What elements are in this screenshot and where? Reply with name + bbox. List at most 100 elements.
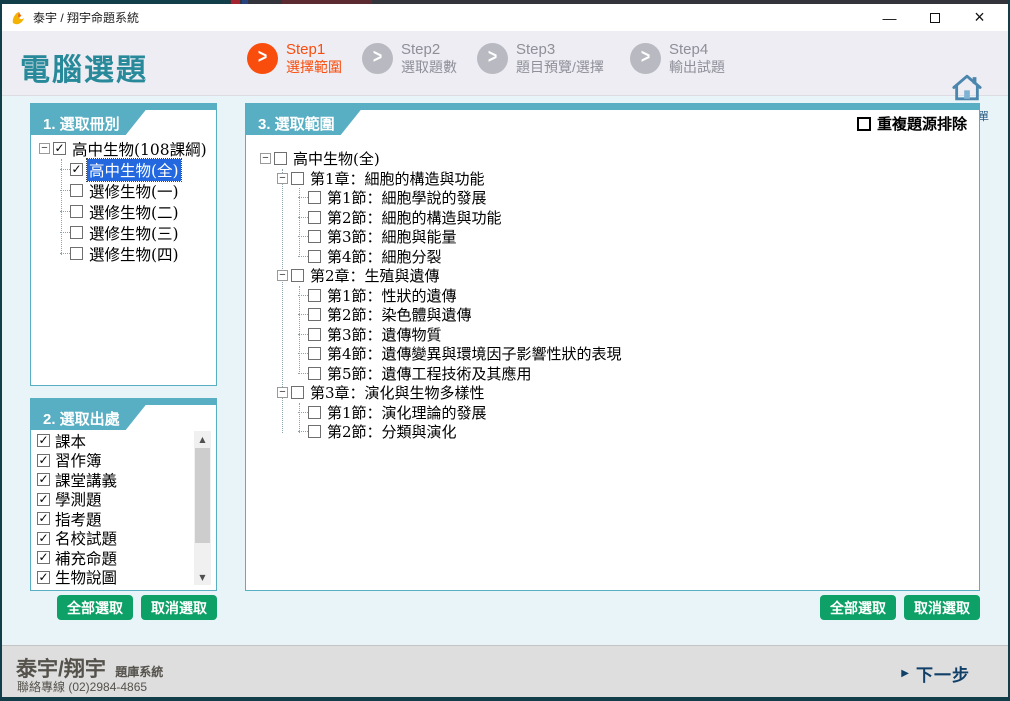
collapse-icon[interactable]: − xyxy=(277,173,288,184)
tree-label[interactable]: 高中生物(108課綱) xyxy=(70,138,209,160)
tree-node[interactable]: 選修生物(一) xyxy=(35,180,214,201)
tree-label[interactable]: 高中生物(全) xyxy=(291,148,382,169)
collapse-icon[interactable]: − xyxy=(277,387,288,398)
checkbox[interactable]: ✓ xyxy=(37,551,50,564)
select-all-button[interactable]: 全部選取 xyxy=(820,595,896,620)
tree-label[interactable]: 選修生物(二) xyxy=(87,201,181,223)
collapse-icon[interactable]: − xyxy=(277,270,288,281)
checkbox[interactable]: ✓ xyxy=(37,434,50,447)
tree-label[interactable]: 第1節：演化理論的發展 xyxy=(325,402,489,423)
tree-label[interactable]: 選修生物(四) xyxy=(87,243,181,265)
tree-node[interactable]: 第3節：細胞與能量 xyxy=(256,227,977,247)
checkbox[interactable] xyxy=(308,347,321,360)
tree-label[interactable]: 第3節：遺傳物質 xyxy=(325,324,444,345)
checkbox[interactable] xyxy=(274,152,287,165)
source-item[interactable]: ✓補充命題 xyxy=(37,548,188,568)
dedup-checkbox[interactable] xyxy=(857,117,871,131)
checkbox[interactable] xyxy=(308,367,321,380)
checkbox[interactable] xyxy=(308,211,321,224)
tree-label[interactable]: 第1節：細胞學說的發展 xyxy=(325,187,489,208)
dedup-option[interactable]: 重複題源排除 xyxy=(857,113,967,134)
checkbox[interactable]: ✓ xyxy=(53,142,66,155)
checkbox[interactable] xyxy=(308,406,321,419)
close-button[interactable]: × xyxy=(957,4,1002,31)
source-item[interactable]: ✓習作簿 xyxy=(37,451,188,471)
select-all-button[interactable]: 全部選取 xyxy=(57,595,133,620)
collapse-icon[interactable]: − xyxy=(260,153,271,164)
deselect-all-button[interactable]: 取消選取 xyxy=(904,595,980,620)
step-2[interactable]: > Step2 選取題數 xyxy=(362,41,463,76)
collapse-icon[interactable]: − xyxy=(39,143,50,154)
tree-label[interactable]: 第3節：細胞與能量 xyxy=(325,226,459,247)
tree-node[interactable]: 第3節：遺傳物質 xyxy=(256,325,977,345)
source-item[interactable]: ✓課堂講義 xyxy=(37,470,188,490)
maximize-button[interactable] xyxy=(912,4,957,31)
tree-node[interactable]: 選修生物(二) xyxy=(35,201,214,222)
step-3[interactable]: > Step3 題目預覽/選擇 xyxy=(477,41,616,76)
tree-node[interactable]: 第5節：遺傳工程技術及其應用 xyxy=(256,364,977,384)
scroll-down-icon[interactable]: ▼ xyxy=(194,569,211,585)
tree-label[interactable]: 選修生物(三) xyxy=(87,222,181,244)
tree-node[interactable]: 第4節：遺傳變異與環境因子影響性狀的表現 xyxy=(256,344,977,364)
checkbox[interactable]: ✓ xyxy=(37,571,50,584)
tree-node[interactable]: − 第2章：生殖與遺傳 xyxy=(256,266,977,286)
tree-label[interactable]: 第2節：分類與演化 xyxy=(325,421,459,442)
tree-label[interactable]: 第2章：生殖與遺傳 xyxy=(308,265,442,286)
tree-node[interactable]: − 高中生物(全) xyxy=(256,149,977,169)
tree-node[interactable]: 第2節：分類與演化 xyxy=(256,422,977,442)
tree-node[interactable]: − 第3章：演化與生物多樣性 xyxy=(256,383,977,403)
checkbox[interactable]: ✓ xyxy=(37,473,50,486)
tree-node[interactable]: 第4節：細胞分裂 xyxy=(256,247,977,267)
tree-node[interactable]: 第1節：細胞學說的發展 xyxy=(256,188,977,208)
checkbox[interactable] xyxy=(308,425,321,438)
tree-label[interactable]: 高中生物(全) xyxy=(87,159,181,181)
checkbox[interactable] xyxy=(291,269,304,282)
tree-node[interactable]: 第2節：細胞的構造與功能 xyxy=(256,208,977,228)
checkbox[interactable] xyxy=(70,226,83,239)
source-item[interactable]: ✓學測題 xyxy=(37,490,188,510)
checkbox[interactable] xyxy=(70,205,83,218)
step-4[interactable]: > Step4 輸出試題 xyxy=(630,41,731,76)
tree-node[interactable]: 第2節：染色體與遺傳 xyxy=(256,305,977,325)
checkbox[interactable] xyxy=(308,230,321,243)
tree-node[interactable]: −第1章：細胞的構造與功能 xyxy=(256,169,977,189)
tree-node[interactable]: 選修生物(三) xyxy=(35,222,214,243)
checkbox[interactable]: ✓ xyxy=(37,512,50,525)
tree-node[interactable]: −✓ 高中生物(108課綱) xyxy=(35,138,214,159)
checkbox[interactable] xyxy=(308,308,321,321)
tree-label[interactable]: 第5節：遺傳工程技術及其應用 xyxy=(325,363,534,384)
checkbox[interactable] xyxy=(291,386,304,399)
checkbox[interactable] xyxy=(308,191,321,204)
next-step-button[interactable]: ▶ 下一步 xyxy=(901,661,970,686)
minimize-button[interactable]: — xyxy=(867,4,912,31)
source-item[interactable]: ✓課本 xyxy=(37,431,188,451)
tree-node[interactable]: ✓ 高中生物(全) xyxy=(35,159,214,180)
checkbox[interactable]: ✓ xyxy=(37,454,50,467)
checkbox[interactable] xyxy=(308,250,321,263)
tree-label[interactable]: 第4節：遺傳變異與環境因子影響性狀的表現 xyxy=(325,343,624,364)
checkbox[interactable] xyxy=(70,184,83,197)
checkbox[interactable] xyxy=(308,328,321,341)
source-item[interactable]: ✓指考題 xyxy=(37,509,188,529)
tree-node[interactable]: 選修生物(四) xyxy=(35,243,214,264)
scrollbar[interactable]: ▲ ▼ xyxy=(194,431,211,585)
tree-label[interactable]: 第1節：性狀的遺傳 xyxy=(325,285,459,306)
step-1[interactable]: > Step1 選擇範圍 xyxy=(247,41,348,76)
checkbox[interactable]: ✓ xyxy=(70,163,83,176)
source-item[interactable]: ✓名校試題 xyxy=(37,529,188,549)
deselect-all-button[interactable]: 取消選取 xyxy=(141,595,217,620)
tree-label[interactable]: 選修生物(一) xyxy=(87,180,181,202)
checkbox[interactable]: ✓ xyxy=(37,532,50,545)
scroll-up-icon[interactable]: ▲ xyxy=(194,431,211,447)
tree-node[interactable]: 第1節：演化理論的發展 xyxy=(256,403,977,423)
checkbox[interactable] xyxy=(70,247,83,260)
tree-label[interactable]: 第2節：染色體與遺傳 xyxy=(325,304,474,325)
checkbox[interactable] xyxy=(308,289,321,302)
checkbox[interactable] xyxy=(291,172,304,185)
checkbox[interactable]: ✓ xyxy=(37,493,50,506)
tree-node[interactable]: 第1節：性狀的遺傳 xyxy=(256,286,977,306)
tree-label[interactable]: 第4節：細胞分裂 xyxy=(325,246,444,267)
source-item[interactable]: ✓生物說圖 xyxy=(37,568,188,587)
tree-label[interactable]: 第2節：細胞的構造與功能 xyxy=(325,207,504,228)
tree-label[interactable]: 第3章：演化與生物多樣性 xyxy=(308,382,487,403)
